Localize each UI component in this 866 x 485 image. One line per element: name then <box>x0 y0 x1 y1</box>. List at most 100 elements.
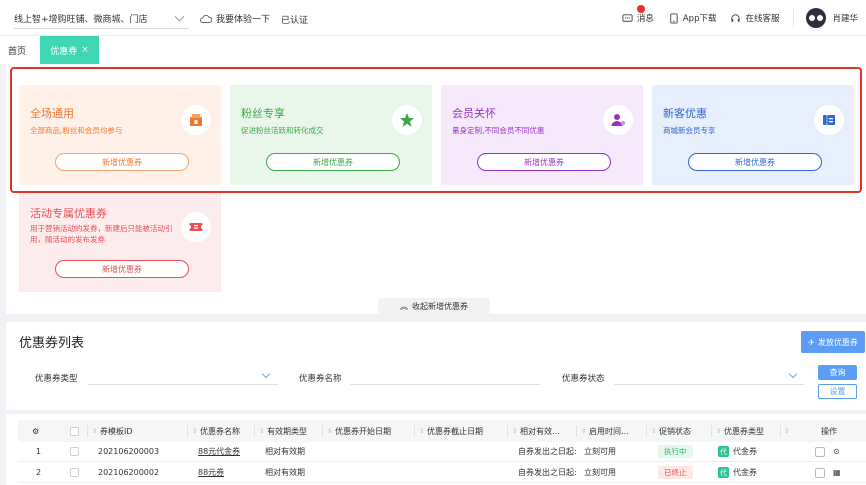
card-desc: 量身定制,不同会员不同优惠 <box>452 126 545 135</box>
card-title: 会员关怀 <box>452 107 496 120</box>
collapse-button[interactable]: ︽ 收起新增优惠券 <box>378 298 490 314</box>
row-enable: 立刻可用 <box>584 468 616 477</box>
card-newcomer: 新客优惠 商城新会员专享 新增优惠券 <box>652 85 854 185</box>
ticket-icon <box>814 105 844 135</box>
top-bar: 线上智+增购旺铺、微商城、门店 我要体验一下 已认证 消息 App下载 在线客服… <box>0 0 866 36</box>
card-activity: 活动专属优惠券 用于营销活动的发券，新建后只能被活动引用，随活动的发布发券 新增… <box>19 192 221 292</box>
list-title: 优惠券列表 <box>19 336 85 351</box>
row-validity: 相对有效期 <box>265 468 305 477</box>
tab-home[interactable]: 首页 <box>8 44 26 57</box>
verified-label: 已认证 <box>281 16 309 26</box>
messages-button[interactable]: 消息 <box>622 5 654 24</box>
query-button[interactable]: 查询 <box>818 365 857 380</box>
card-title: 活动专属优惠券 <box>30 207 107 220</box>
try-label: 我要体验一下 <box>216 15 271 25</box>
support-label: 在线客服 <box>745 14 780 24</box>
divider <box>793 9 795 27</box>
row-id: 202106200002 <box>98 468 160 477</box>
support-button[interactable]: 在线客服 <box>730 12 779 24</box>
row-type: 代金券 <box>733 447 757 456</box>
app-download-button[interactable]: App下载 <box>668 12 717 24</box>
messages-label: 消息 <box>636 14 654 24</box>
qr-icon[interactable]: ▦ <box>833 468 841 477</box>
filter-type-select[interactable] <box>88 384 278 385</box>
card-desc: 商城新会员专享 <box>663 126 716 135</box>
card-title: 全场通用 <box>30 107 74 120</box>
notification-badge <box>636 5 645 13</box>
chevron-down-icon <box>174 11 185 22</box>
star-icon <box>392 105 422 135</box>
card-desc: 用于营销活动的发券，新建后只能被活动引用，随活动的发布发券 <box>30 224 173 244</box>
try-link[interactable]: 我要体验一下 <box>200 12 270 25</box>
app-download-label: App下载 <box>682 14 717 24</box>
avatar[interactable] <box>806 8 827 28</box>
header-enable-time[interactable]: ⇕ 启用时间... <box>581 420 629 442</box>
card-general: 全场通用 全部商品,粉丝和会员均参与 新增优惠券 <box>19 85 221 185</box>
header-status[interactable]: ⇕ 促销状态 <box>651 420 691 442</box>
coupon-icon <box>181 212 211 242</box>
card-desc: 全部商品,粉丝和会员均参与 <box>30 126 123 135</box>
shop-icon <box>181 105 211 135</box>
add-coupon-button[interactable]: 新增优惠券 <box>55 153 189 171</box>
card-title: 新客优惠 <box>663 107 707 120</box>
add-coupon-button[interactable]: 新增优惠券 <box>688 153 822 171</box>
send-icon: ✈ <box>808 337 815 347</box>
type-tag: 代 <box>718 446 729 457</box>
row-relative: 自券发出之日起: <box>518 447 577 456</box>
filter-name-label: 优惠券名称 <box>299 374 342 384</box>
row-enable: 立刻可用 <box>584 447 616 456</box>
chevron-up-icon: ︽ <box>400 301 408 311</box>
filter-status-select[interactable] <box>614 384 804 385</box>
collapse-label: 收起新增优惠券 <box>412 301 468 311</box>
card-title: 粉丝专享 <box>241 107 285 120</box>
row-checkbox[interactable] <box>70 468 79 477</box>
message-icon <box>622 13 633 22</box>
header-relative[interactable]: ⇕ 相对有效... <box>512 420 560 442</box>
add-coupon-button[interactable]: 新增优惠券 <box>55 260 189 278</box>
row-validity: 相对有效期 <box>265 447 305 456</box>
card-fans: 粉丝专享 促进粉丝活跃和转化成交 新增优惠券 <box>230 85 432 185</box>
list-panel <box>6 322 866 410</box>
header-start-date[interactable]: ⇕ 优惠券开始日期 <box>327 420 391 442</box>
add-coupon-button[interactable]: 新增优惠券 <box>266 153 400 171</box>
filter-name-input[interactable] <box>350 384 540 385</box>
row-number: 2 <box>36 468 42 477</box>
add-coupon-button[interactable]: 新增优惠券 <box>477 153 611 171</box>
member-icon <box>603 105 633 135</box>
table-row[interactable]: 1 202106200003 88元代金券 相对有效期 自券发出之日起: 立刻可… <box>18 442 866 462</box>
select-all-checkbox[interactable] <box>70 426 79 436</box>
row-relative: 自券发出之日起: <box>518 468 577 477</box>
store-select-value: 线上智+增购旺铺、微商城、门店 <box>14 15 148 25</box>
header-type[interactable]: ⇕ 优惠券类型 <box>716 420 764 442</box>
row-id: 202106200003 <box>98 447 160 456</box>
row-number: 1 <box>36 447 42 456</box>
header-name[interactable]: ⇕ 优惠券名称 <box>192 420 240 442</box>
row-type: 代金券 <box>733 468 757 477</box>
status-badge: 执行中 <box>658 445 693 458</box>
row-name-link[interactable]: 88元券 <box>198 463 224 482</box>
row-name-link[interactable]: 88元代金券 <box>198 442 240 461</box>
close-icon[interactable]: × <box>81 45 89 55</box>
tab-coupon-label: 优惠券 <box>50 46 78 57</box>
store-select[interactable]: 线上智+增购旺铺、微商城、门店 <box>14 9 189 29</box>
filter-type-label: 优惠券类型 <box>35 374 78 384</box>
issue-coupon-label: 发放优惠券 <box>817 337 858 347</box>
edit-icon[interactable] <box>815 446 825 457</box>
tab-coupon[interactable]: 优惠券 × <box>40 36 99 64</box>
header-id[interactable]: ⇕ 券模板ID <box>92 420 133 442</box>
user-name[interactable]: 肖建华 <box>832 12 858 24</box>
settings-icon[interactable]: ⚙ <box>32 420 39 442</box>
card-desc: 促进粉丝活跃和转化成交 <box>241 126 324 135</box>
row-checkbox[interactable] <box>70 447 79 456</box>
header-validity[interactable]: ⇕ 有效期类型 <box>259 420 307 442</box>
type-tag: 代 <box>718 467 729 478</box>
edit-icon[interactable] <box>815 467 825 478</box>
header-end-date[interactable]: ⇕ 优惠券截止日期 <box>419 420 483 442</box>
card-member: 会员关怀 量身定制,不同会员不同优惠 新增优惠券 <box>441 85 643 185</box>
cloud-icon <box>200 14 212 23</box>
help-icon[interactable]: ⊙ <box>833 447 840 456</box>
issue-coupon-button[interactable]: ✈ 发放优惠券 <box>801 331 865 353</box>
reset-button[interactable]: 设置 <box>818 384 857 399</box>
table-row[interactable]: 2 202106200002 88元券 相对有效期 自券发出之日起: 立刻可用 … <box>18 463 866 483</box>
status-badge: 已终止 <box>658 466 693 479</box>
